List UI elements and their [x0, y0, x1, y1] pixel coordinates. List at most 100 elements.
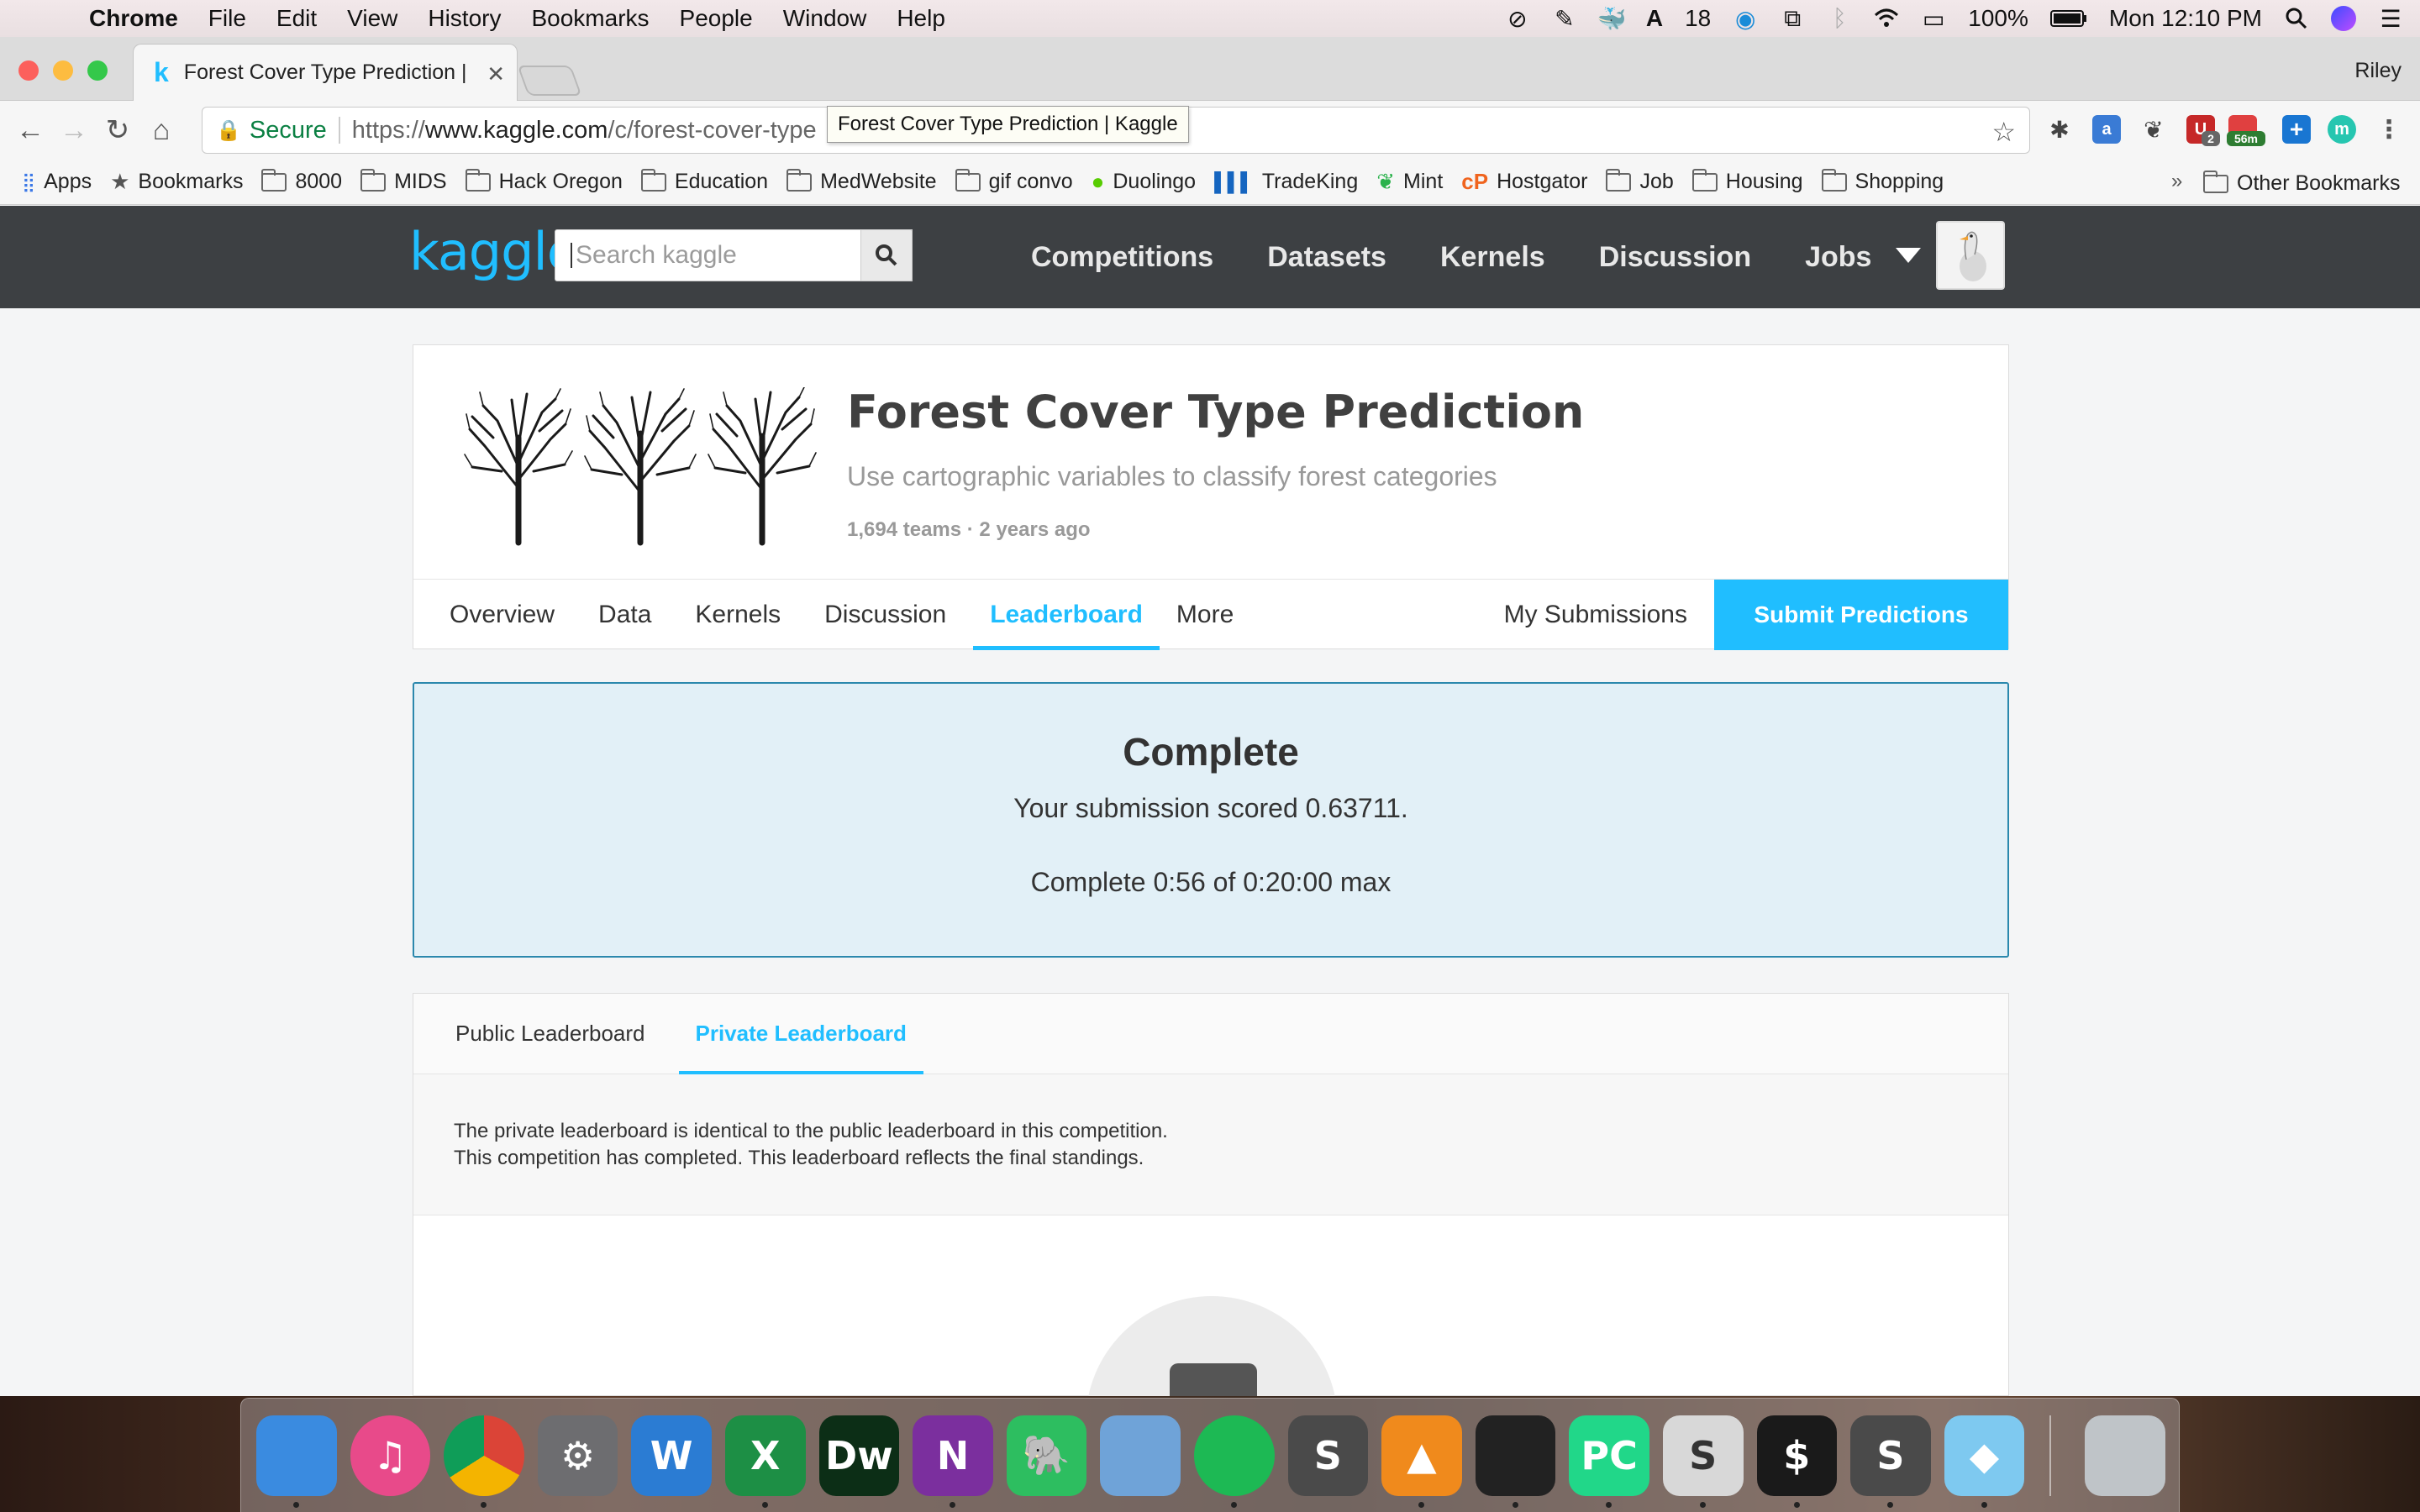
- extension-bug-icon[interactable]: ✱: [2045, 115, 2074, 144]
- submit-predictions-button[interactable]: Submit Predictions: [1714, 580, 2008, 650]
- clock[interactable]: Mon 12:10 PM: [2109, 5, 2262, 32]
- dock-activity-monitor-icon[interactable]: [1475, 1415, 1556, 1508]
- nav-competitions[interactable]: Competitions: [1031, 241, 1213, 274]
- browser-tab[interactable]: k Forest Cover Type Prediction | ✕: [133, 44, 518, 101]
- dock-sketch-icon[interactable]: ◆: [1944, 1415, 2025, 1508]
- reload-icon[interactable]: ↻: [96, 108, 139, 152]
- bookmarks-overflow-chevron[interactable]: »: [2171, 170, 2182, 193]
- bookmark-folder-medwebsite[interactable]: MedWebsite: [786, 168, 937, 194]
- dock-chrome-icon[interactable]: [444, 1415, 524, 1508]
- bookmark-folder-job[interactable]: Job: [1606, 168, 1674, 194]
- zoom-window-button[interactable]: [87, 60, 108, 81]
- menu-bookmarks[interactable]: Bookmarks: [531, 5, 649, 32]
- tab-leaderboard[interactable]: Leaderboard: [973, 580, 1160, 650]
- dock-terminal-icon[interactable]: $: [1756, 1415, 1838, 1508]
- plus-extension-icon[interactable]: +: [2282, 115, 2311, 144]
- nav-dropdown-caret-icon[interactable]: [1896, 248, 1921, 263]
- adobe-icon[interactable]: A: [1646, 5, 1663, 32]
- menu-history[interactable]: History: [428, 5, 501, 32]
- menu-file[interactable]: File: [208, 5, 246, 32]
- dock-vlc-icon[interactable]: ▲: [1381, 1415, 1462, 1508]
- dock-dreamweaver-icon[interactable]: Dw: [818, 1415, 900, 1496]
- dock-spotify-icon[interactable]: [1193, 1415, 1275, 1508]
- airplay-icon[interactable]: ▭: [1921, 6, 1946, 32]
- nav-jobs[interactable]: Jobs: [1805, 241, 1871, 274]
- tab-more[interactable]: More: [1160, 580, 1250, 650]
- chrome-menu-icon[interactable]: ⋮: [2375, 115, 2403, 144]
- bookmark-bookmarks[interactable]: ★ Bookmarks: [110, 169, 243, 195]
- status-count[interactable]: 18: [1685, 5, 1711, 32]
- dock-finder-icon[interactable]: [256, 1415, 337, 1508]
- close-window-button[interactable]: [18, 60, 39, 81]
- tab-private-leaderboard[interactable]: Private Leaderboard: [678, 994, 924, 1074]
- dock-pycharm-icon[interactable]: PC: [1569, 1415, 1649, 1508]
- user-avatar[interactable]: [1936, 221, 2005, 290]
- menu-people[interactable]: People: [680, 5, 753, 32]
- do-not-disturb-icon[interactable]: ⊘: [1505, 6, 1530, 32]
- menu-edit[interactable]: Edit: [276, 5, 317, 32]
- bookmark-hostgator[interactable]: cP Hostgator: [1461, 169, 1587, 195]
- sync-icon[interactable]: ◉: [1733, 6, 1758, 32]
- docker-icon[interactable]: 🐳: [1597, 6, 1626, 32]
- tab-discussion[interactable]: Discussion: [808, 580, 963, 650]
- search-button[interactable]: [860, 229, 913, 281]
- new-tab-button[interactable]: [517, 66, 582, 96]
- other-bookmarks[interactable]: Other Bookmarks: [2203, 170, 2401, 196]
- siri-icon[interactable]: [2331, 6, 2356, 31]
- profile-name[interactable]: Riley: [2354, 59, 2402, 83]
- notification-center-icon[interactable]: ☰: [2378, 6, 2403, 32]
- dock-evernote-icon[interactable]: 🐘: [1006, 1415, 1087, 1496]
- tab-kernels[interactable]: Kernels: [678, 580, 797, 650]
- dock-onenote-icon[interactable]: N: [913, 1415, 993, 1508]
- bluetooth-icon[interactable]: ᛒ: [1827, 5, 1852, 31]
- dock-system-preferences-icon[interactable]: ⚙: [537, 1415, 618, 1496]
- tab-public-leaderboard[interactable]: Public Leaderboard: [439, 994, 662, 1074]
- menu-app-name[interactable]: Chrome: [89, 5, 178, 32]
- dock-excel-icon[interactable]: X: [724, 1415, 806, 1508]
- kaggle-logo[interactable]: kaggle: [409, 221, 579, 282]
- bookmark-tradeking[interactable]: ▌▌▌ TradeKing: [1214, 170, 1358, 194]
- bookmark-folder-gif-convo[interactable]: gif convo: [955, 168, 1073, 194]
- nav-discussion[interactable]: Discussion: [1599, 241, 1751, 274]
- close-tab-icon[interactable]: ✕: [487, 61, 505, 87]
- nav-datasets[interactable]: Datasets: [1267, 241, 1386, 274]
- forward-arrow-icon[interactable]: →: [52, 108, 96, 152]
- dock-word-icon[interactable]: W: [631, 1415, 712, 1496]
- home-icon[interactable]: ⌂: [139, 108, 183, 152]
- bookmark-folder-education[interactable]: Education: [640, 168, 768, 194]
- bookmark-folder-hack-oregon[interactable]: Hack Oregon: [465, 168, 623, 194]
- bookmark-folder-mids[interactable]: MIDS: [360, 168, 447, 194]
- dock-sublime-text-icon[interactable]: S: [1287, 1415, 1369, 1496]
- bookmark-apps[interactable]: ⣿ Apps: [22, 170, 92, 194]
- minimize-window-button[interactable]: [53, 60, 73, 81]
- wifi-icon[interactable]: [1874, 6, 1899, 31]
- window-manager-icon[interactable]: ⧉: [1780, 5, 1805, 31]
- my-submissions-link[interactable]: My Submissions: [1504, 580, 1687, 650]
- tools-icon[interactable]: ✎: [1552, 6, 1577, 32]
- bookmark-folder-shopping[interactable]: Shopping: [1821, 168, 1944, 194]
- dock-trash-icon[interactable]: [2085, 1415, 2165, 1496]
- tab-overview[interactable]: Overview: [433, 580, 571, 650]
- dock-slack-icon[interactable]: S: [1662, 1415, 1744, 1508]
- menu-window[interactable]: Window: [783, 5, 867, 32]
- url-text[interactable]: https://www.kaggle.com/c/forest-cover-ty…: [352, 117, 817, 144]
- tab-data[interactable]: Data: [581, 580, 668, 650]
- battery-icon[interactable]: [2049, 6, 2087, 31]
- back-arrow-icon[interactable]: ←: [8, 108, 52, 152]
- menu-view[interactable]: View: [347, 5, 397, 32]
- mercury-extension-icon[interactable]: m: [2328, 115, 2356, 144]
- bookmark-folder-8000[interactable]: 8000: [261, 168, 342, 194]
- bookmark-folder-housing[interactable]: Housing: [1691, 168, 1803, 194]
- menu-help[interactable]: Help: [897, 5, 945, 32]
- spotlight-search-icon[interactable]: [2284, 6, 2309, 31]
- evernote-extension-icon[interactable]: ❦: [2139, 115, 2168, 144]
- dock-sublime-text-2-icon[interactable]: S: [1850, 1415, 1931, 1508]
- bookmark-star-icon[interactable]: ☆: [1991, 116, 2016, 148]
- bookmark-mint[interactable]: ❦ Mint: [1376, 169, 1443, 195]
- bookmark-duolingo[interactable]: ● Duolingo: [1092, 169, 1196, 195]
- extension-translate-icon[interactable]: a: [2092, 115, 2121, 144]
- dock-preview-icon[interactable]: [1100, 1415, 1181, 1496]
- battery-percent[interactable]: 100%: [1968, 5, 2028, 32]
- nav-kernels[interactable]: Kernels: [1440, 241, 1545, 274]
- dock-itunes-icon[interactable]: ♫: [350, 1415, 431, 1496]
